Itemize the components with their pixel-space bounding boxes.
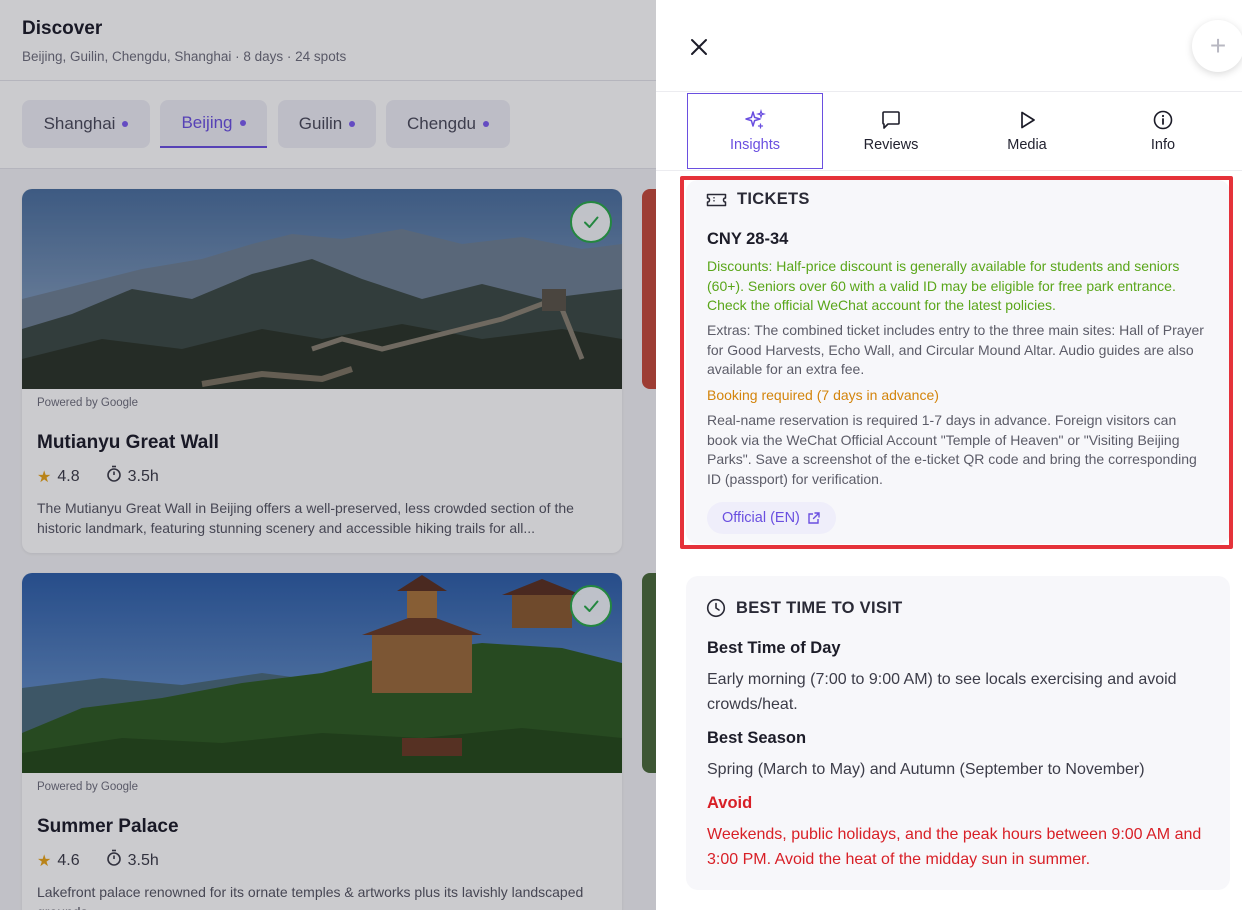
tickets-highlight-box [680,176,1233,549]
tab-label: Reviews [863,137,919,153]
tab-info[interactable]: Info [1095,93,1231,169]
discover-page: Discover Beijing, Guilin, Chengdu, Shang… [0,0,656,910]
close-button[interactable] [686,34,712,60]
tab-label: Info [1150,137,1176,153]
best-time-section: BEST TIME TO VISIT Best Time of Day Earl… [686,576,1230,890]
best-season-text: Spring (March to May) and Autumn (Septem… [707,761,1145,778]
close-icon [691,39,707,55]
section-title: BEST TIME TO VISIT [736,598,903,617]
sparkles-icon [745,109,766,129]
play-icon [1021,111,1035,129]
tab-label: Media [1007,137,1047,153]
avoid-text: Weekends, public holidays, and the peak … [707,826,1202,868]
best-time-heading: BEST TIME TO VISIT [706,598,902,618]
tab-media[interactable]: Media [959,93,1095,169]
chat-bubble-icon [882,111,900,129]
clock-icon [706,598,726,618]
tab-reviews[interactable]: Reviews [823,93,959,169]
add-button[interactable]: + [1192,20,1242,72]
best-time-of-day-text: Early morning (7:00 to 9:00 AM) to see l… [707,671,1177,713]
divider [656,91,1242,92]
info-icon [1153,110,1173,130]
best-time-of-day-label: Best Time of Day [707,639,841,657]
divider [656,170,1242,171]
tab-label: Insights [730,137,780,153]
avoid-label: Avoid [707,794,753,812]
tab-insights[interactable]: Insights [687,93,823,169]
best-season-label: Best Season [707,729,807,747]
modal-overlay[interactable] [0,0,656,910]
plus-icon: + [1209,30,1227,61]
